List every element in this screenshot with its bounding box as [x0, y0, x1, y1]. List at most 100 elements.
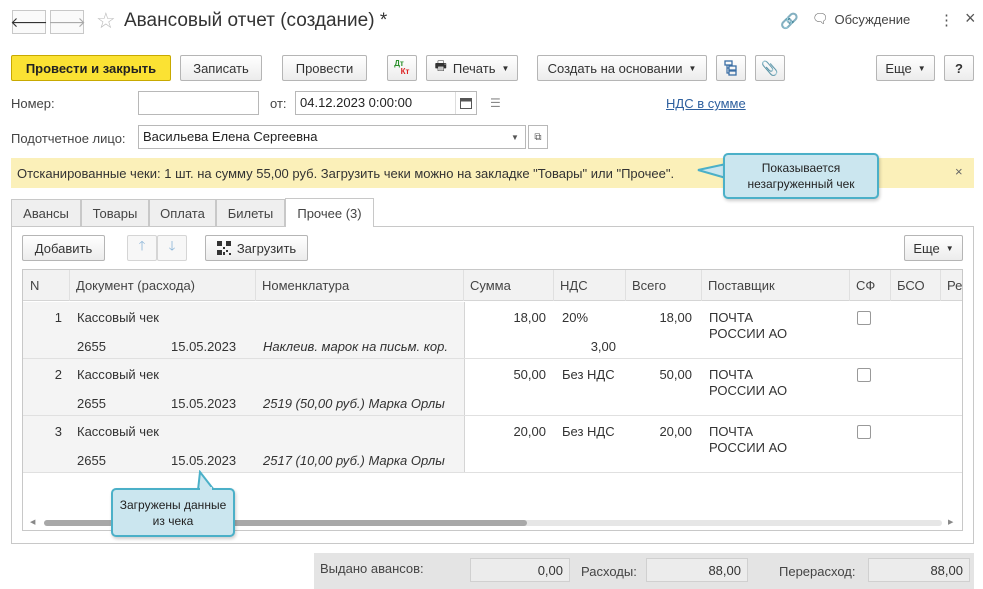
open-window-icon: ⧉: [534, 131, 542, 143]
row-1-supplier-line1[interactable]: ПОЧТА: [709, 310, 753, 325]
advances-issued-value: 0,00: [470, 558, 570, 582]
callout-loaded-data: Загружены данные из чека: [111, 488, 235, 537]
row-3-invoice-checkbox[interactable]: [857, 425, 871, 439]
table-more-label: Еще: [913, 240, 940, 256]
row-3-nomenclature[interactable]: 2517 (10,00 руб.) Марка Орлы: [263, 453, 445, 468]
row-1-doc-number: 2655: [77, 339, 106, 354]
close-icon[interactable]: ×: [965, 8, 976, 29]
move-up-button[interactable]: 🡑: [127, 235, 157, 261]
readonly-columns-bg: [23, 302, 464, 472]
arrow-up-icon: 🡑: [138, 238, 146, 253]
tab-tickets[interactable]: Билеты: [216, 199, 285, 226]
post-and-close-button[interactable]: Провести и закрыть: [11, 55, 171, 81]
callout-unloaded-receipt: Показывается незагруженный чек: [723, 153, 879, 199]
list-icon[interactable]: ☰: [490, 96, 501, 110]
more-menu-icon[interactable]: ⋮: [939, 11, 954, 29]
paperclip-icon: 📎: [761, 59, 779, 76]
create-based-on-button[interactable]: Создать на основании ▼: [537, 55, 707, 81]
table-more-button[interactable]: Еще ▼: [904, 235, 963, 261]
row-2-supplier-line1[interactable]: ПОЧТА: [709, 367, 753, 382]
date-value: 04.12.2023 0:00:00: [300, 95, 413, 110]
row-1-vat-sum: 3,00: [590, 339, 616, 354]
row-2-nomenclature[interactable]: 2519 (50,00 руб.) Марка Орлы: [263, 396, 445, 411]
arrow-down-icon: 🡓: [168, 238, 176, 253]
print-button[interactable]: 🖶 Печать ▼: [426, 55, 518, 81]
tab-advances[interactable]: Авансы: [11, 199, 81, 226]
number-input[interactable]: [138, 91, 259, 115]
row-2-n: 2: [54, 367, 62, 382]
chevron-down-icon: ▼: [511, 132, 519, 142]
row-2-invoice-checkbox[interactable]: [857, 368, 871, 382]
banner-close-icon[interactable]: ×: [955, 164, 963, 179]
calendar-button[interactable]: [455, 92, 476, 114]
column-header-nomenclature[interactable]: Номенклатура: [256, 270, 464, 301]
load-label: Загрузить: [236, 240, 297, 256]
column-header-sum[interactable]: Сумма: [464, 270, 554, 301]
save-button[interactable]: Записать: [180, 55, 262, 81]
row-2-document[interactable]: Кассовый чек: [77, 367, 159, 382]
scroll-right-icon[interactable]: ▶: [948, 518, 953, 526]
row-1-nomenclature[interactable]: Наклеив. марок на письм. кор.: [263, 339, 448, 354]
row-3-doc-number: 2655: [77, 453, 106, 468]
create-based-label: Создать на основании: [547, 60, 683, 76]
row-3-sum[interactable]: 20,00: [464, 424, 546, 439]
row-3-supplier-line1[interactable]: ПОЧТА: [709, 424, 753, 439]
accountable-person-input[interactable]: Васильева Елена Сергеевна: [138, 125, 526, 149]
arrow-right-icon: 🡒: [48, 13, 86, 30]
column-header-supplier[interactable]: Поставщик: [702, 270, 850, 301]
row-1-total: 18,00: [659, 310, 692, 325]
tab-other[interactable]: Прочее (3): [285, 198, 374, 227]
vat-in-sum-link[interactable]: НДС в сумме: [666, 96, 746, 111]
open-button[interactable]: ⧉: [528, 125, 548, 149]
back-button[interactable]: 🡐: [10, 10, 48, 34]
row-1-supplier-line2[interactable]: РОССИИ АО: [709, 326, 787, 341]
discussion-label: Обсуждение: [834, 11, 911, 27]
more-button[interactable]: Еще ▼: [876, 55, 935, 81]
column-header-invoice[interactable]: СФ: [850, 270, 891, 301]
row-1-vat-rate[interactable]: 20%: [562, 310, 588, 325]
structure-button[interactable]: [716, 55, 746, 81]
post-button[interactable]: Провести: [282, 55, 367, 81]
row-2-vat-rate[interactable]: Без НДС: [562, 367, 615, 382]
row-1-n: 1: [54, 310, 62, 325]
column-header-n[interactable]: N: [24, 270, 70, 301]
move-down-button[interactable]: 🡓: [157, 235, 187, 261]
help-button[interactable]: ?: [944, 55, 974, 81]
chat-icon: 🗨: [812, 11, 829, 26]
discussion-button[interactable]: 🗨 Обсуждение: [812, 11, 910, 27]
date-input[interactable]: 04.12.2023 0:00:00: [295, 91, 477, 115]
row-1-document[interactable]: Кассовый чек: [77, 310, 159, 325]
row-2-sum[interactable]: 50,00: [464, 367, 546, 382]
link-icon[interactable]: 🔗: [780, 12, 799, 30]
row-1-invoice-checkbox[interactable]: [857, 311, 871, 325]
window-title: Авансовый отчет (создание) *: [124, 10, 388, 31]
load-button[interactable]: Загрузить: [205, 235, 308, 261]
row-2-supplier-line2[interactable]: РОССИИ АО: [709, 383, 787, 398]
row-1-sum[interactable]: 18,00: [464, 310, 546, 325]
row-3-document[interactable]: Кассовый чек: [77, 424, 159, 439]
dt-kt-button[interactable]: Дт Кт: [387, 55, 417, 81]
chevron-down-icon: ▼: [945, 243, 954, 253]
tab-payment[interactable]: Оплата: [149, 199, 216, 226]
hierarchy-icon: [724, 60, 737, 76]
add-button[interactable]: Добавить: [22, 235, 105, 261]
row-3-vat-rate[interactable]: Без НДС: [562, 424, 615, 439]
star-icon[interactable]: ☆: [96, 8, 116, 34]
calendar-icon: [460, 98, 472, 109]
scroll-left-icon[interactable]: ◀: [30, 518, 35, 526]
column-header-extra[interactable]: Ре: [941, 270, 962, 301]
row-3-total: 20,00: [659, 424, 692, 439]
dropdown-button[interactable]: ▼: [505, 126, 525, 148]
date-from-label: от:: [270, 96, 287, 111]
column-header-bso[interactable]: БСО: [891, 270, 941, 301]
forward-button[interactable]: 🡒: [48, 10, 86, 34]
tab-goods[interactable]: Товары: [81, 199, 149, 226]
row-1-doc-date: 15.05.2023: [171, 339, 237, 354]
kt-label: Кт: [400, 67, 410, 76]
row-3-supplier-line2[interactable]: РОССИИ АО: [709, 440, 787, 455]
column-header-document[interactable]: Документ (расхода): [70, 270, 256, 301]
attach-button[interactable]: 📎: [755, 55, 785, 81]
column-header-total[interactable]: Всего: [626, 270, 702, 301]
advances-issued-label: Выдано авансов:: [320, 561, 424, 576]
column-header-vat[interactable]: НДС: [554, 270, 626, 301]
